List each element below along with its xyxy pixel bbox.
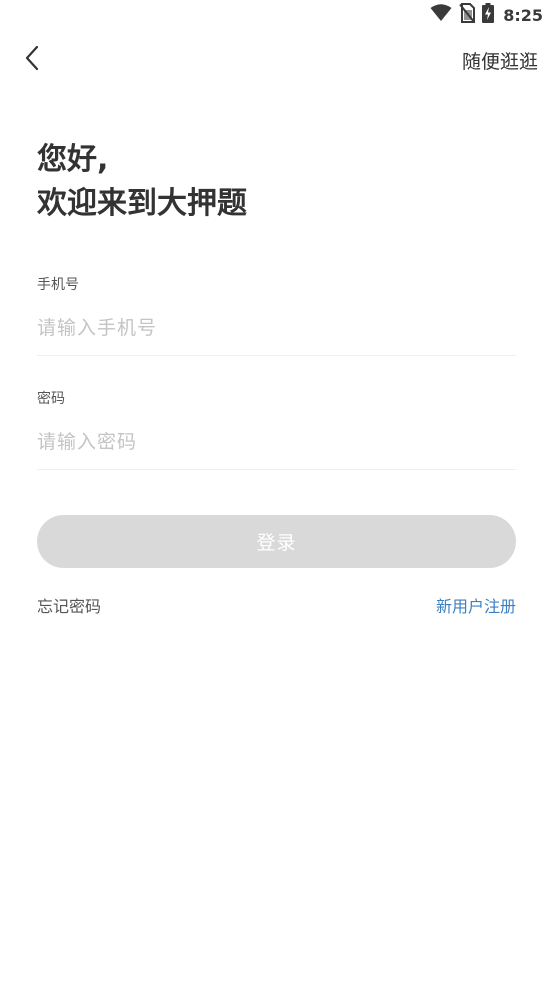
battery-charging-icon [482, 3, 495, 27]
phone-field-divider [37, 355, 516, 356]
register-link[interactable]: 新用户注册 [436, 593, 516, 617]
browse-link[interactable]: 随便逛逛 [462, 47, 538, 74]
password-input[interactable] [37, 427, 516, 457]
password-field-divider [37, 469, 516, 470]
greeting: 您好, 欢迎来到大押题 [37, 138, 247, 226]
password-field-label: 密码 [37, 391, 65, 407]
phone-input[interactable] [37, 313, 516, 343]
phone-field: 手机号 [37, 275, 516, 356]
wifi-icon [430, 4, 452, 26]
status-icons: 8:25 [430, 3, 543, 27]
status-bar: 8:25 [0, 0, 553, 30]
greeting-line-2: 欢迎来到大押题 [37, 186, 247, 221]
back-button[interactable] [16, 44, 48, 76]
phone-field-label: 手机号 [37, 277, 79, 293]
no-sim-icon [459, 3, 476, 27]
forgot-password-link[interactable]: 忘记密码 [37, 593, 101, 617]
chevron-left-icon [24, 45, 40, 75]
password-field: 密码 [37, 389, 516, 470]
login-button[interactable]: 登录 [37, 515, 516, 568]
status-time: 8:25 [503, 5, 543, 25]
greeting-line-1: 您好, [37, 142, 109, 177]
